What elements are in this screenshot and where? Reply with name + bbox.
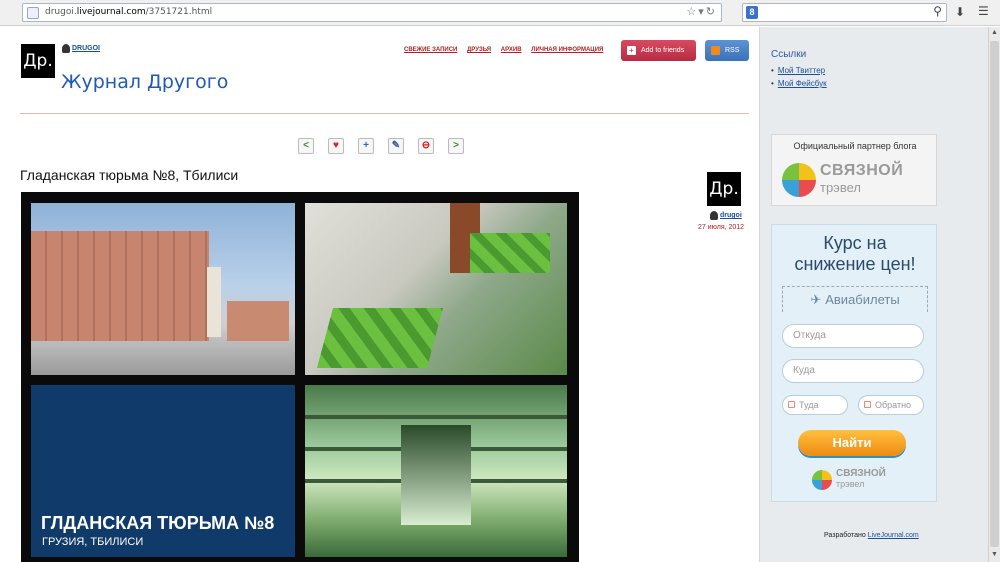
twitter-link[interactable]: Мой Твиттер (778, 66, 825, 75)
add-to-friends-button[interactable]: + Add to friends (621, 40, 696, 61)
depart-date-field[interactable]: Туда (782, 395, 848, 415)
nav-profile[interactable]: Личная информация (531, 47, 603, 53)
post-title[interactable]: Гладанская тюрьма №8, Тбилиси (20, 167, 238, 183)
post-image[interactable]: ГЛДАНСКАЯ ТЮРЬМА №8 ГРУЗИЯ, ТБИЛИСИ (21, 192, 579, 562)
links-list: Мой Твиттер Мой Фейсбук (771, 66, 827, 92)
arrow-right-icon[interactable]: > (448, 138, 464, 154)
nav-recent[interactable]: Свежие записи (404, 47, 457, 53)
author-username[interactable]: drugoi (710, 211, 742, 220)
search-bar[interactable]: 8 ⚲ (742, 3, 947, 22)
image-caption-subtitle: ГРУЗИЯ, ТБИЛИСИ (42, 536, 144, 548)
author-avatar[interactable]: Др. (707, 172, 741, 206)
calendar-icon (788, 401, 795, 408)
rss-button[interactable]: RSS (705, 40, 749, 61)
image-caption-title: ГЛДАНСКАЯ ТЮРЬМА №8 (41, 513, 275, 533)
links-heading: Ссылки (771, 49, 807, 60)
header-divider (20, 113, 749, 114)
plane-icon: ✈ (810, 292, 822, 307)
post-date: 27 июля, 2012 (698, 224, 745, 231)
add-to-friends-label: Add to friends (641, 47, 685, 54)
svyaznoy-logo-icon (782, 163, 816, 197)
nav-archive[interactable]: Архив (501, 47, 522, 53)
photo-building-exterior (31, 203, 295, 375)
photo-prison-hall (305, 385, 567, 557)
tool-icon[interactable]: ✎ (388, 138, 404, 154)
list-item: Мой Твиттер (771, 66, 827, 75)
right-sidebar: Ссылки Мой Твиттер Мой Фейсбук Официальн… (759, 27, 988, 562)
photo-prison-cell (305, 203, 567, 375)
page-scrollbar[interactable]: ▲ ▼ (988, 27, 1000, 562)
scroll-down-icon[interactable]: ▼ (991, 551, 998, 558)
scroll-thumb[interactable] (990, 41, 999, 547)
username-link[interactable]: DRUGOI (72, 45, 100, 52)
journal-logo[interactable]: Др. (21, 44, 55, 78)
author-link[interactable]: drugoi (720, 212, 742, 219)
stop-icon[interactable]: ⊖ (418, 138, 434, 154)
livejournal-link[interactable]: LiveJournal.com (868, 532, 919, 539)
from-field[interactable]: Откуда (782, 324, 924, 348)
ad-brand: СВЯЗНОЙ (836, 468, 886, 479)
journal-title[interactable]: Журнал Другого (61, 71, 228, 93)
partner-brand: СВЯЗНОЙ (820, 162, 904, 179)
ad-brand-sub: трэвел (836, 479, 865, 489)
user-icon (710, 211, 718, 220)
top-navigation: Свежие записи Друзья Архив Личная информ… (404, 47, 611, 53)
list-item: Мой Фейсбук (771, 79, 827, 88)
partner-title: Официальный партнер блога (793, 141, 917, 151)
add-friend-icon: + (627, 46, 636, 55)
search-button[interactable]: Найти (798, 430, 906, 456)
arrow-left-icon[interactable]: < (298, 138, 314, 154)
powered-by: Разработано LiveJournal.com (824, 532, 919, 539)
search-engine-icon[interactable]: 8 (746, 6, 758, 19)
plus-icon[interactable]: + (358, 138, 374, 154)
partner-brand-sub: трэвел (820, 180, 861, 195)
header-username[interactable]: DRUGOI (62, 44, 100, 53)
address-bar[interactable]: drugoi.livejournal.com/3751721.html ☆▾↻ (22, 3, 722, 22)
site-favicon-icon (27, 7, 39, 19)
url-text: drugoi.livejournal.com/3751721.html (45, 7, 213, 17)
ad-title: Курс на снижение цен! (794, 233, 916, 274)
rss-label: RSS (725, 47, 740, 54)
heart-icon[interactable]: ♥ (328, 138, 344, 154)
rss-icon (711, 46, 720, 55)
browser-toolbar: drugoi.livejournal.com/3751721.html ☆▾↻ … (0, 0, 1000, 26)
download-icon[interactable]: ⬇ (955, 5, 965, 19)
nav-friends[interactable]: Друзья (467, 47, 491, 53)
user-icon (62, 44, 70, 53)
partner-banner[interactable]: Официальный партнер блога СВЯЗНОЙ трэвел (771, 134, 937, 206)
bookmark-star-icon[interactable]: ☆▾↻ (686, 5, 717, 18)
facebook-link[interactable]: Мой Фейсбук (778, 79, 827, 88)
tab-flights[interactable]: ✈ Авиабилеты (782, 286, 928, 312)
menu-icon[interactable]: ☰ (978, 4, 989, 18)
search-icon[interactable]: ⚲ (933, 4, 942, 18)
flight-search-ad: Курс на снижение цен! ✈ Авиабилеты Откуда… (771, 224, 937, 502)
page-content: Др. DRUGOI Журнал Другого Свежие записи … (0, 27, 1000, 562)
calendar-icon (864, 401, 871, 408)
entry-toolbar: < ♥ + ✎ ⊖ > (298, 138, 464, 154)
photo-caption-panel: ГЛДАНСКАЯ ТЮРЬМА №8 ГРУЗИЯ, ТБИЛИСИ (31, 385, 295, 557)
scroll-up-icon[interactable]: ▲ (991, 29, 998, 36)
svyaznoy-logo-icon (812, 470, 832, 490)
to-field[interactable]: Куда (782, 359, 924, 383)
return-date-field[interactable]: Обратно (858, 395, 924, 415)
